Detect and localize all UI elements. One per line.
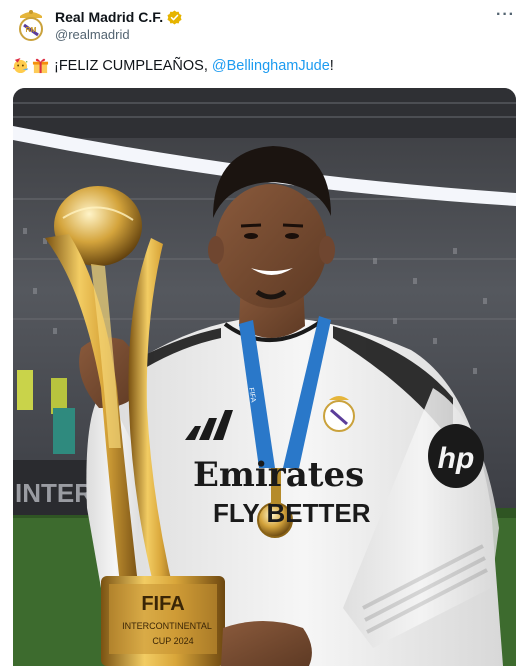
- verified-badge-icon: [167, 9, 182, 25]
- more-options-button[interactable]: ···: [496, 6, 515, 24]
- tweet-text: ¡FELIZ CUMPLEAÑOS, @BellinghamJude !: [12, 57, 334, 74]
- trophy-text-2: INTERCONTINENTAL: [122, 621, 212, 631]
- real-madrid-crest-icon: RM: [19, 10, 43, 41]
- tweet-photo[interactable]: INTERCO FIFA Emirates FLY BETTER hp FIFA…: [13, 88, 516, 666]
- author-handle[interactable]: @realmadrid: [55, 27, 130, 42]
- display-name[interactable]: Real Madrid C.F.: [55, 9, 163, 25]
- shirt-sponsor-tagline: FLY BETTER: [213, 498, 371, 528]
- sleeve-logo: hp: [438, 442, 475, 475]
- tweet-card: RM Real Madrid C.F. @realmadrid ··· ¡FEL…: [0, 0, 528, 666]
- wrapped-gift-icon: [32, 58, 49, 74]
- face-with-party-horn-icon: [13, 57, 29, 74]
- tweet-text-end: !: [329, 57, 334, 74]
- trophy-text: FIFA: [141, 593, 184, 615]
- shirt-sponsor: Emirates: [193, 455, 364, 495]
- avatar[interactable]: RM: [16, 8, 46, 42]
- photo-illustration: INTERCO FIFA Emirates FLY BETTER hp FIFA…: [13, 88, 516, 666]
- mention-link[interactable]: @BellinghamJude: [212, 58, 330, 74]
- author-name-row: Real Madrid C.F.: [55, 8, 182, 26]
- trophy-text-3: CUP 2024: [152, 636, 193, 646]
- tweet-text-main: ¡FELIZ CUMPLEAÑOS,: [54, 57, 208, 74]
- svg-text:RM: RM: [26, 27, 37, 34]
